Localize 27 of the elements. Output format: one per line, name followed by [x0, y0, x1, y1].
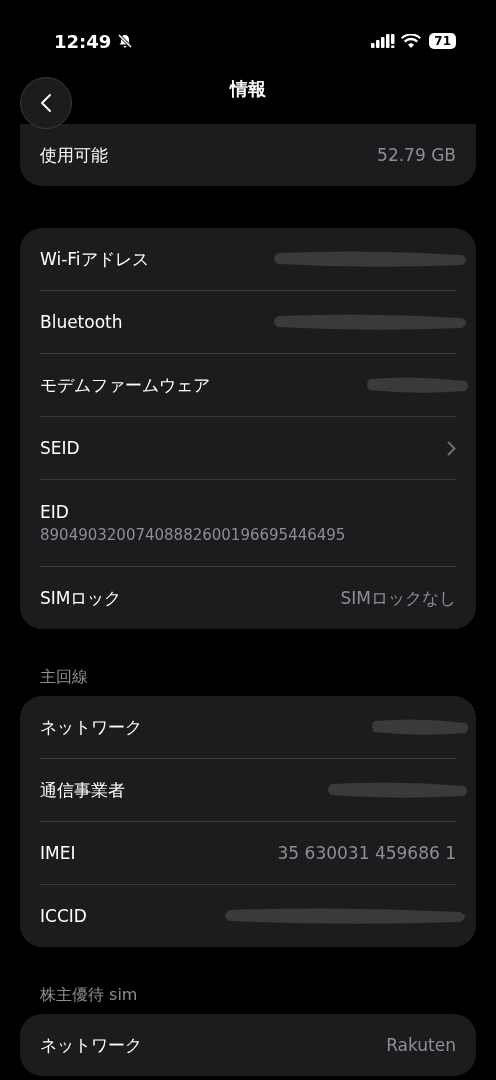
row-label: SIMロック: [40, 586, 122, 610]
muted-bell-icon: [117, 33, 134, 49]
row-value: 35 630031 459686 1: [277, 843, 456, 863]
row-label: Bluetooth: [40, 312, 123, 332]
chevron-right-icon[interactable]: [447, 440, 456, 456]
row-label: モデムファームウェア: [40, 373, 210, 397]
signal-icon: [371, 33, 396, 49]
row-label: ICCID: [40, 906, 87, 926]
chevron-left-icon: [40, 93, 52, 113]
row-label: 使用可能: [40, 143, 108, 167]
row-value: Rakuten: [386, 1035, 456, 1055]
page-title: 情報: [230, 77, 266, 101]
row-label: ネットワーク: [40, 1033, 142, 1057]
row-value: SIMロックなし: [340, 586, 456, 610]
row-label: IMEI: [40, 843, 76, 863]
row-value: 89049032007408882600196695446495: [40, 526, 346, 544]
section-header: 株主優待 sim: [39, 985, 139, 1006]
wifi-icon: [401, 33, 422, 49]
status-time: 12:49: [54, 30, 112, 52]
row-label: EID: [40, 502, 69, 522]
row-label: ネットワーク: [40, 715, 142, 739]
row-value: 52.79 GB: [377, 145, 456, 165]
row-label: Wi-Fiアドレス: [40, 247, 149, 271]
section-header: 主回線: [39, 667, 89, 688]
battery-level: 71: [429, 33, 456, 49]
row-label: 通信事業者: [40, 778, 125, 802]
row-label: SEID: [40, 438, 80, 458]
